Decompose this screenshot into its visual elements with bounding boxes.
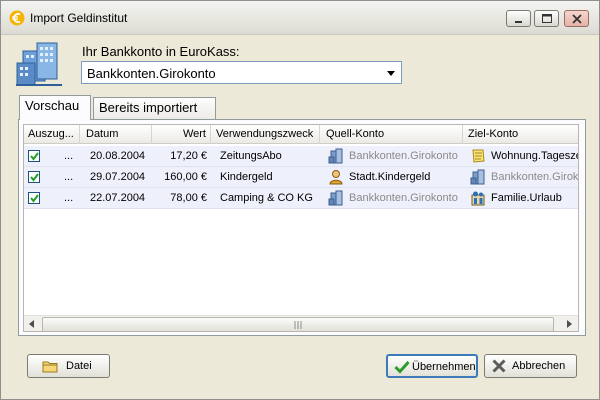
konto-select[interactable]: Bankkonten.Girokonto	[81, 61, 402, 84]
uebernehmen-button[interactable]: Übernehmen	[386, 354, 478, 378]
table-row[interactable]: ... 20.08.2004 17,20 € ZeitungsAbo Bankk…	[24, 146, 579, 167]
cell-ziel-konto: Familie.Urlaub	[466, 188, 578, 208]
cell-quell-konto-text: Stadt.Kindergeld	[349, 171, 431, 183]
column-header-quell-konto[interactable]: Quell-Konto	[322, 125, 463, 144]
checkmark-icon	[30, 152, 39, 161]
cell-verwendungszweck: ZeitungsAbo	[220, 150, 282, 162]
minimize-button[interactable]	[506, 10, 531, 27]
row-checkbox[interactable]	[28, 171, 40, 183]
abbrechen-button-label: Abbrechen	[512, 360, 566, 372]
bank-account-icon	[328, 190, 343, 206]
cell-quell-konto-text: Bankkonten.Girokonto	[349, 150, 458, 162]
cell-datum: 22.07.2004	[90, 192, 146, 204]
bank-building-icon	[16, 42, 62, 86]
column-header-wert[interactable]: Wert	[153, 125, 211, 144]
datei-button[interactable]: Datei	[27, 354, 110, 378]
cell-ziel-konto: Bankkonten.Girokon	[466, 167, 579, 187]
cell-quell-konto: Bankkonten.Girokonto	[324, 146, 464, 166]
cell-wert: 78,00 €	[170, 192, 207, 204]
close-icon	[572, 14, 582, 24]
notepad-icon	[472, 149, 485, 163]
abbrechen-button[interactable]: Abbrechen	[484, 354, 577, 378]
cell-verwendungszweck: Camping & CO KG	[220, 192, 313, 204]
column-header-auszug[interactable]: Auszug...	[24, 125, 80, 144]
table-row[interactable]: ... 29.07.2004 160,00 € Kindergeld Stadt…	[24, 167, 579, 188]
bank-account-icon	[470, 169, 485, 185]
konto-select-value: Bankkonten.Girokonto	[87, 66, 216, 81]
datei-button-label: Datei	[66, 360, 92, 372]
column-header-verwendungszweck[interactable]: Verwendungszweck	[212, 125, 320, 144]
person-icon	[329, 170, 343, 185]
minimize-icon	[515, 21, 522, 23]
cell-auszug: ...	[64, 171, 74, 183]
table-row[interactable]: ... 22.07.2004 78,00 € Camping & CO KG B…	[24, 188, 578, 209]
column-header-ziel-konto[interactable]: Ziel-Konto	[464, 125, 578, 144]
tab-vorschau[interactable]: Vorschau	[19, 95, 91, 120]
checkmark-icon	[394, 360, 410, 374]
row-checkbox[interactable]	[28, 150, 40, 162]
cell-datum: 20.08.2004	[90, 150, 146, 162]
cancel-x-icon	[492, 359, 506, 373]
tab-vorschau-label: Vorschau	[25, 98, 80, 113]
transactions-table: Auszug... Datum Wert Verwendungszweck Qu…	[23, 124, 579, 332]
tab-bereits-importiert-label: Bereits importiert	[99, 100, 198, 115]
horizontal-scrollbar[interactable]	[24, 315, 578, 331]
family-icon	[471, 191, 485, 206]
tab-bereits-importiert[interactable]: Bereits importiert	[93, 97, 216, 119]
cell-auszug: ...	[64, 150, 74, 162]
maximize-icon	[542, 14, 552, 23]
euro-app-icon	[9, 10, 25, 26]
chevron-down-icon	[387, 71, 395, 76]
window-title: Import Geldinstitut	[30, 11, 128, 25]
close-button[interactable]	[564, 10, 589, 27]
row-checkbox[interactable]	[28, 192, 40, 204]
scroll-left-icon[interactable]	[29, 320, 34, 328]
title-bar[interactable]: Import Geldinstitut	[1, 1, 599, 35]
cell-ziel-konto-text: Bankkonten.Girokon	[491, 171, 579, 183]
konto-label: Ihr Bankkonto in EuroKass:	[82, 44, 240, 59]
scrollbar-thumb[interactable]	[42, 317, 554, 331]
table-header: Auszug... Datum Wert Verwendungszweck Qu…	[24, 125, 578, 144]
scroll-right-icon[interactable]	[567, 320, 572, 328]
import-dialog: Import Geldinstitut Ihr Bankkonto in Eur…	[0, 0, 600, 400]
bank-account-icon	[328, 148, 343, 164]
cell-datum: 29.07.2004	[90, 171, 146, 183]
maximize-button[interactable]	[534, 10, 559, 27]
cell-quell-konto: Stadt.Kindergeld	[324, 167, 464, 187]
cell-auszug: ...	[64, 192, 74, 204]
checkmark-icon	[30, 194, 39, 203]
cell-verwendungszweck: Kindergeld	[220, 171, 273, 183]
cell-wert: 17,20 €	[170, 150, 207, 162]
cell-quell-konto-text: Bankkonten.Girokonto	[349, 192, 458, 204]
folder-icon	[42, 361, 58, 373]
column-header-datum[interactable]: Datum	[82, 125, 152, 144]
grip-icon	[294, 321, 302, 329]
cell-ziel-konto: Wohnung.Tagesze	[466, 146, 579, 166]
cell-ziel-konto-text: Wohnung.Tagesze	[491, 150, 579, 162]
uebernehmen-button-label: Übernehmen	[412, 361, 476, 373]
cell-ziel-konto-text: Familie.Urlaub	[491, 192, 562, 204]
cell-wert: 160,00 €	[164, 171, 207, 183]
cell-quell-konto: Bankkonten.Girokonto	[324, 188, 464, 208]
checkmark-icon	[30, 173, 39, 182]
